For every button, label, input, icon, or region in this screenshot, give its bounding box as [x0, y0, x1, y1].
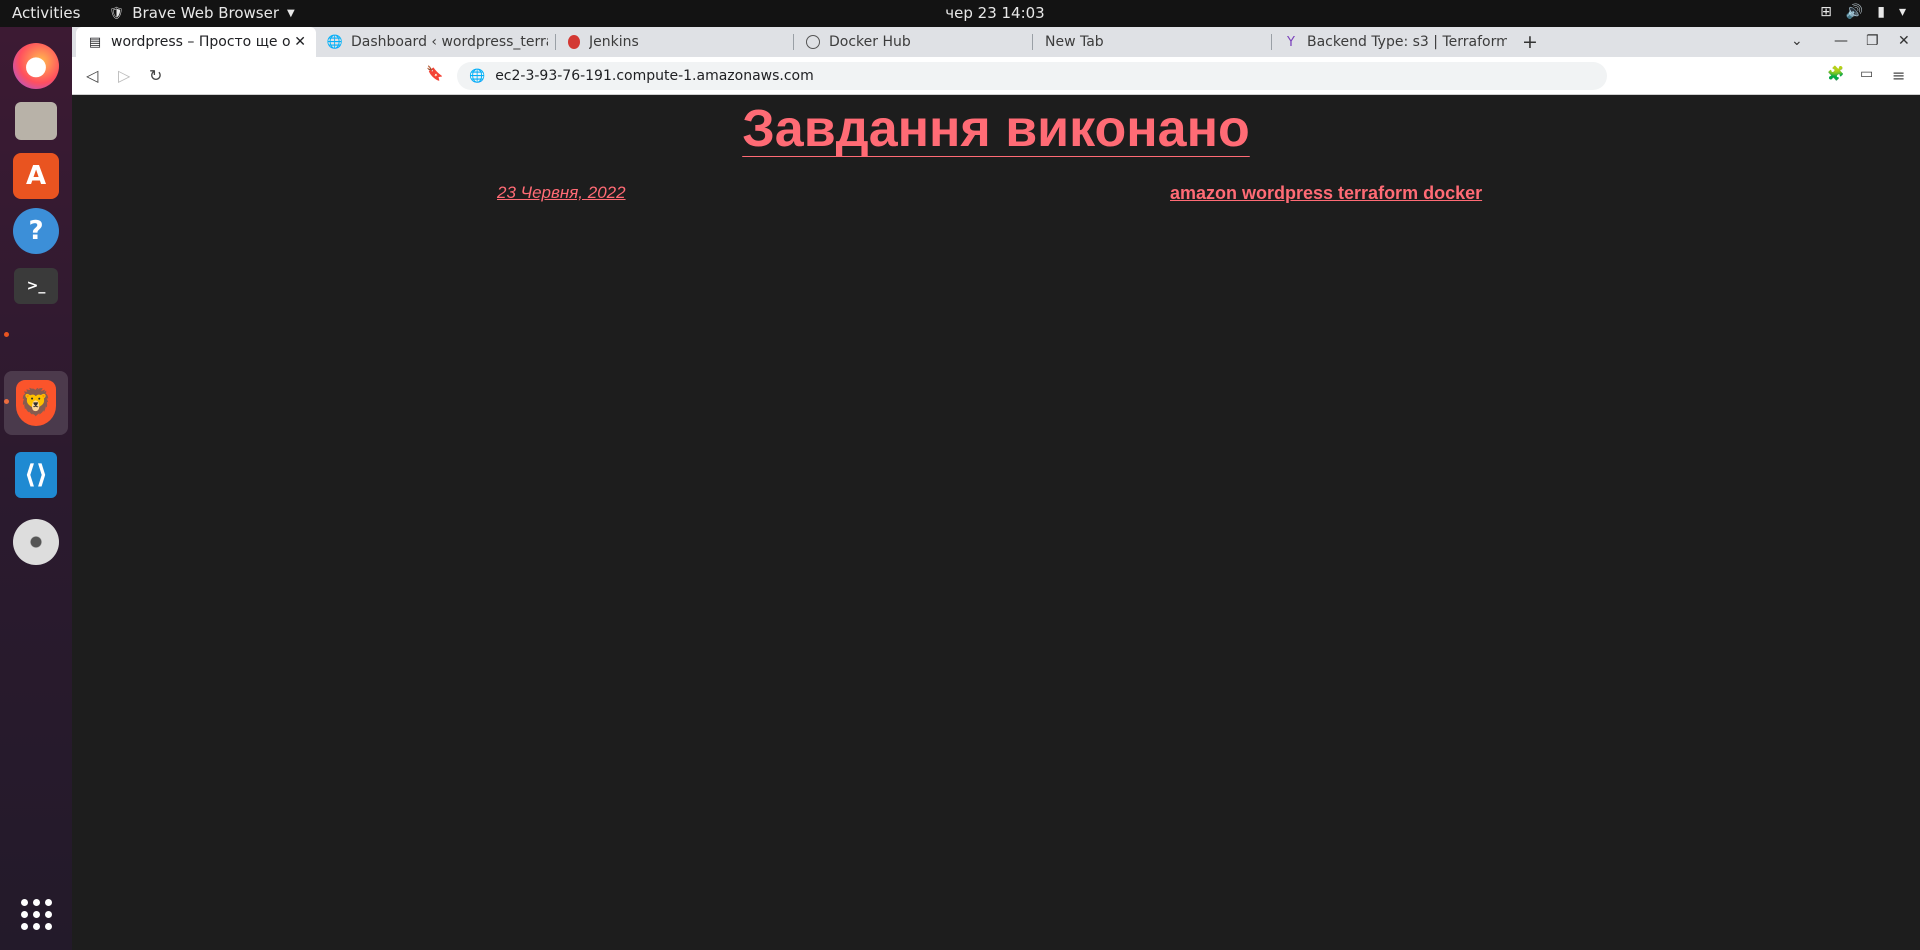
tab-label: Jenkins — [589, 34, 639, 50]
dock-brave[interactable]: 🦁 — [4, 371, 68, 435]
web-page: Завдання виконано 23 Червня, 2022 amazon… — [72, 95, 1920, 950]
tab-label: Docker Hub — [829, 34, 911, 50]
files-icon — [15, 102, 57, 140]
browser-toolbar: ◁ ▷ ↻ 🔖 🌐 ec2-3-93-76-191.compute-1.amaz… — [72, 57, 1920, 95]
dock-terminal[interactable]: >_ — [4, 254, 68, 318]
system-top-bar: Activities 🛡 Brave Web Browser ▼ чер 23 … — [0, 0, 1920, 27]
close-tab-icon[interactable]: ✕ — [294, 34, 306, 50]
forward-icon[interactable]: ▷ — [118, 66, 130, 85]
restore-icon[interactable]: ❐ — [1866, 33, 1879, 49]
terminal-icon: >_ — [14, 268, 58, 304]
power-menu-icon: ▾ — [1898, 4, 1906, 20]
menu-icon[interactable]: ≡ — [1892, 66, 1905, 85]
running-indicator — [4, 332, 9, 337]
url-text: ec2-3-93-76-191.compute-1.amazonaws.com — [495, 68, 814, 84]
vscode-icon: ⟨⟩ — [15, 452, 57, 498]
post-title: Завдання виконано — [72, 99, 1920, 159]
dock-disc[interactable] — [4, 510, 68, 574]
network-icon: ⊞ — [1820, 4, 1832, 20]
tab-wordpress[interactable]: ▤ wordpress – Просто ще о ✕ — [76, 27, 316, 57]
tab-terraform[interactable]: Y Backend Type: s3 | Terraform — [1272, 27, 1508, 57]
volume-icon: 🔊 — [1845, 4, 1864, 20]
post-tags-link[interactable]: amazon wordpress terraform docker — [1170, 183, 1482, 204]
address-bar[interactable]: 🌐 ec2-3-93-76-191.compute-1.amazonaws.co… — [457, 62, 1607, 90]
globe-icon: 🌐 — [326, 34, 344, 50]
disc-icon — [13, 519, 59, 565]
app-center-icon: A — [13, 153, 59, 199]
battery-icon: ▮ — [1877, 4, 1885, 20]
post-title-link[interactable]: Завдання виконано — [742, 100, 1250, 158]
tab-jenkins[interactable]: Jenkins — [556, 27, 788, 57]
docker-icon — [806, 35, 820, 49]
tab-docker-hub[interactable]: Docker Hub — [794, 27, 1030, 57]
post-date-link[interactable]: 23 Червня, 2022 — [497, 183, 626, 203]
dock-vscode[interactable]: ⟨⟩ — [4, 443, 68, 507]
tab-strip: ▤ wordpress – Просто ще о ✕ 🌐 Dashboard … — [72, 27, 1920, 57]
new-tab-plus-icon[interactable]: + — [1522, 31, 1538, 53]
tab-label: Backend Type: s3 | Terraform — [1307, 34, 1507, 50]
tab-new-tab[interactable]: New Tab — [1033, 27, 1269, 57]
brave-icon: 🦁 — [16, 380, 56, 426]
tab-label: Dashboard ‹ wordpress_terra — [351, 34, 548, 50]
show-apps-icon — [20, 898, 52, 930]
firefox-icon: ● — [13, 43, 59, 89]
tab-search-chevron-icon[interactable]: ⌄ — [1791, 33, 1803, 49]
minimize-icon[interactable]: — — [1834, 33, 1848, 49]
wallet-icon[interactable]: ▭ — [1860, 66, 1873, 82]
clock[interactable]: чер 23 14:03 — [0, 4, 1920, 22]
dock-show-apps[interactable] — [4, 882, 68, 946]
tab-dashboard[interactable]: 🌐 Dashboard ‹ wordpress_terra — [316, 27, 548, 57]
dock: ● A ? >_ 🦁 ⟨⟩ — [0, 27, 72, 950]
terraform-icon: Y — [1287, 34, 1295, 50]
extensions-icon[interactable]: 🧩 — [1827, 66, 1844, 82]
reload-icon[interactable]: ↻ — [149, 66, 162, 85]
site-info-icon[interactable]: 🌐 — [469, 69, 485, 84]
close-window-icon[interactable]: ✕ — [1898, 33, 1910, 49]
jenkins-icon — [568, 35, 580, 49]
tab-label: New Tab — [1045, 34, 1104, 50]
back-icon[interactable]: ◁ — [86, 66, 98, 85]
help-icon: ? — [13, 208, 59, 254]
system-tray[interactable]: ⊞ 🔊 ▮ ▾ — [1820, 4, 1906, 20]
page-icon: ▤ — [88, 34, 102, 50]
bookmark-icon[interactable]: 🔖 — [426, 66, 443, 82]
tab-label: wordpress – Просто ще о — [111, 34, 291, 50]
